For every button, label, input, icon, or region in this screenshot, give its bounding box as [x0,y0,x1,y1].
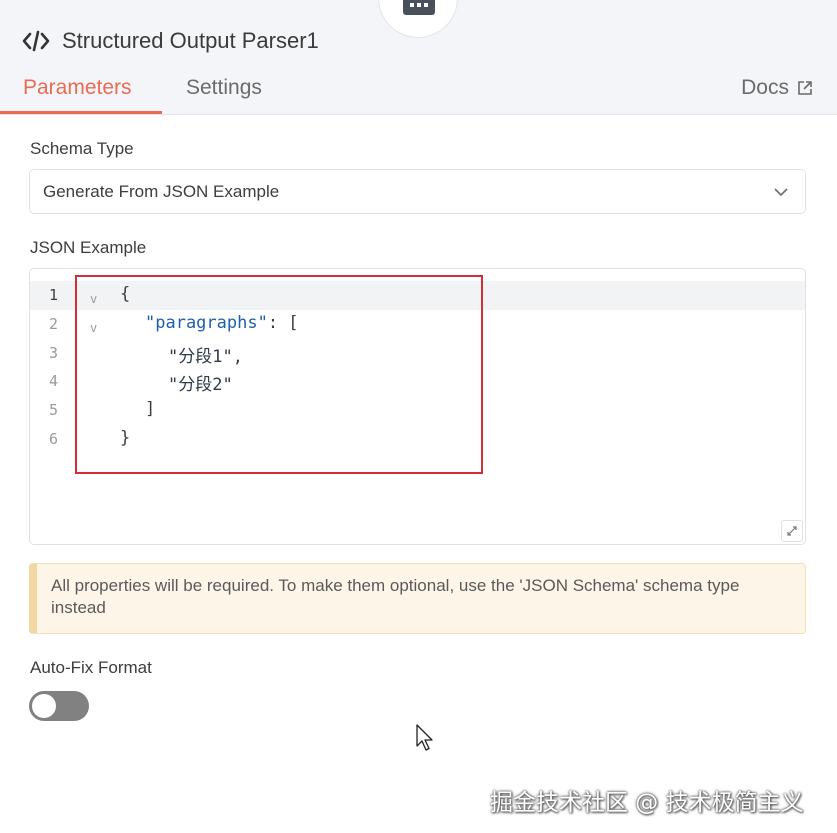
node-title[interactable]: Structured Output Parser1 [62,28,319,54]
notice-text: All properties will be required. To make… [51,576,740,617]
code-line: { [120,284,131,304]
line-number: 4 [48,372,58,390]
docs-link[interactable]: Docs [741,76,813,100]
notice-callout: All properties will be required. To make… [29,563,806,634]
title-row: Structured Output Parser1 [22,26,319,56]
code-line: "分段1", [168,347,243,367]
code-line: } [120,428,131,448]
code-line: "paragraphs": [ [145,313,299,333]
chevron-down-icon [774,188,788,197]
active-line-highlight [30,281,805,310]
tab-parameters[interactable]: Parameters [23,76,132,100]
line-number: 3 [48,344,58,362]
json-example-editor[interactable]: 1 2 3 4 5 6 v v { "paragraphs": [ "分段1",… [29,268,806,545]
docs-label: Docs [741,76,789,99]
mouse-cursor-icon [416,724,433,751]
json-example-label: JSON Example [30,238,147,257]
json-string: "分段1" [168,347,233,367]
code-line: "分段2" [168,370,233,395]
schema-type-value: Generate From JSON Example [43,181,280,201]
schema-type-select[interactable]: Generate From JSON Example [29,169,806,214]
external-link-icon [798,81,812,95]
auto-fix-label: Auto-Fix Format [30,658,152,677]
line-number: 5 [48,401,58,419]
tab-settings[interactable]: Settings [186,76,262,100]
line-number: 1 [48,286,58,304]
code-line: ] [145,399,156,419]
watermark: 掘金技术社区 @ 技术极简主义 [490,790,804,816]
json-key: "paragraphs" [145,313,268,333]
fold-toggle-icon[interactable]: v [90,292,97,306]
toggle-knob [32,694,56,718]
editor-resize-handle[interactable] [781,520,803,542]
robot-icon [403,0,435,15]
resize-icon [787,526,797,536]
node-badge [378,0,458,38]
line-number: 6 [48,430,58,448]
fold-toggle-icon[interactable]: v [90,321,97,335]
schema-type-label: Schema Type [30,139,134,158]
active-tab-indicator [0,111,162,114]
code-icon [22,30,50,52]
node-header: Structured Output Parser1 Parameters Set… [0,0,837,115]
line-number: 2 [48,315,58,333]
json-string: "分段2" [168,375,233,395]
auto-fix-toggle[interactable] [29,691,89,721]
